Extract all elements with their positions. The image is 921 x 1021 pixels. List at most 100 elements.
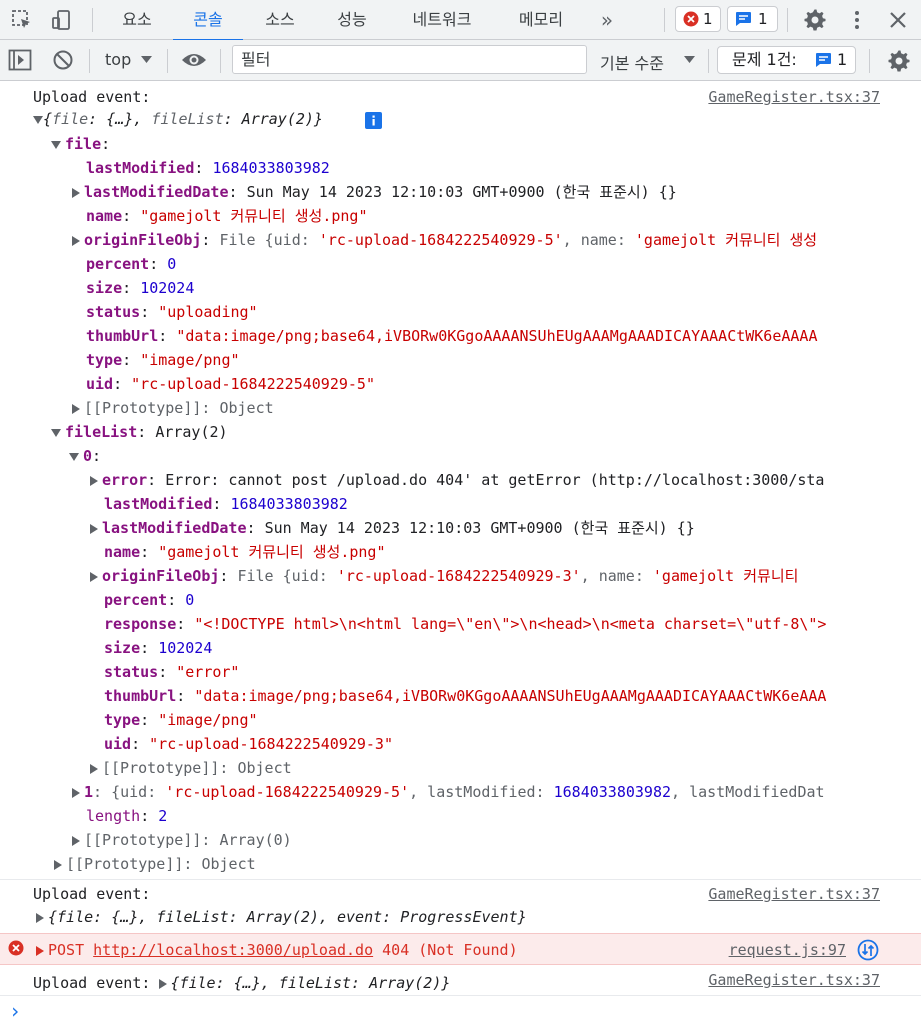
tab-label: 요소 bbox=[122, 10, 152, 29]
tree-node-filelist[interactable]: fileList: Array(2) bbox=[51, 420, 228, 444]
tab-console[interactable]: 콘솔 bbox=[173, 0, 243, 41]
chevron-down-icon bbox=[684, 56, 695, 63]
console-settings-gear-icon[interactable] bbox=[887, 49, 911, 73]
issues-count: 1 bbox=[837, 50, 848, 69]
property-key: thumbUrl bbox=[86, 327, 159, 345]
info-icon[interactable] bbox=[365, 112, 382, 129]
expand-triangle-icon bbox=[51, 140, 61, 149]
tab-label: 네트워크 bbox=[412, 10, 472, 29]
console-toolbar: top 기본 수준 문제 1건: 1 bbox=[0, 40, 921, 81]
sidebar-toggle-icon[interactable] bbox=[8, 49, 32, 71]
console-prompt-chevron-icon[interactable]: › bbox=[9, 999, 21, 1021]
property-key: originFileObj bbox=[102, 567, 220, 585]
object-summary[interactable]: {file: {…}, fileList: Array(2)} bbox=[33, 107, 323, 131]
network-request-icon[interactable] bbox=[857, 939, 879, 961]
devtools-tabbar: 요소 콘솔 소스 성능 네트워크 메모리 » 1 1 bbox=[0, 0, 921, 41]
close-icon[interactable] bbox=[886, 8, 910, 32]
network-error[interactable]: POST http://localhost:3000/upload.do 404… bbox=[36, 938, 518, 962]
property-key: uid bbox=[86, 375, 114, 393]
property-row[interactable]: originFileObj: File {uid: 'rc-upload-168… bbox=[90, 564, 890, 588]
property-row: lastModified: 1684033803982 bbox=[86, 159, 330, 177]
expand-triangle-icon[interactable] bbox=[159, 978, 168, 989]
property-key: lastModified bbox=[104, 495, 213, 513]
property-key: name bbox=[104, 543, 141, 561]
log-message-text: Upload event: bbox=[33, 88, 151, 106]
live-expression-eye-icon[interactable] bbox=[181, 52, 207, 68]
property-row[interactable]: lastModifiedDate: Sun May 14 2023 12:10:… bbox=[90, 516, 890, 540]
expand-triangle-icon bbox=[51, 428, 61, 437]
prototype-node[interactable]: [[Prototype]]: Object bbox=[72, 396, 274, 420]
source-link[interactable]: GameRegister.tsx:37 bbox=[708, 882, 880, 906]
expand-triangle-icon bbox=[36, 912, 44, 923]
error-icon bbox=[683, 11, 699, 27]
property-row: type: "image/png" bbox=[104, 711, 258, 729]
tab-label: 성능 bbox=[337, 10, 367, 29]
context-label: top bbox=[105, 50, 132, 69]
tab-label: 메모리 bbox=[518, 10, 564, 29]
property-row: type: "image/png" bbox=[86, 351, 240, 369]
property-value: "rc-upload-1684222540929-3" bbox=[149, 735, 393, 753]
divider bbox=[92, 8, 93, 32]
tree-node-file[interactable]: file: bbox=[51, 132, 110, 156]
property-row[interactable]: originFileObj: File {uid: 'rc-upload-168… bbox=[72, 228, 890, 252]
settings-gear-icon[interactable] bbox=[803, 8, 827, 32]
property-row: size: 102024 bbox=[86, 279, 195, 297]
tab-network[interactable]: 네트워크 bbox=[391, 0, 493, 40]
request-url-link[interactable]: http://localhost:3000/upload.do bbox=[93, 941, 373, 959]
property-row: percent: 0 bbox=[86, 255, 177, 273]
property-value: 0 bbox=[167, 255, 177, 273]
property-key: fileList bbox=[65, 423, 138, 441]
message-icon bbox=[736, 12, 751, 26]
divider bbox=[89, 49, 90, 73]
prototype-label: [[Prototype]]: Object bbox=[102, 759, 292, 777]
tree-node-item1[interactable]: 1: {uid: 'rc-upload-1684222540929-5', la… bbox=[72, 780, 890, 804]
object-summary[interactable]: {file: {…}, fileList: Array(2), event: P… bbox=[36, 905, 527, 929]
property-row[interactable]: lastModifiedDate: Sun May 14 2023 12:10:… bbox=[72, 180, 890, 204]
prototype-node[interactable]: [[Prototype]]: Array(0) bbox=[72, 828, 292, 852]
property-value: "gamejolt 커뮤니티 생성.png" bbox=[158, 543, 386, 561]
inspect-element-icon[interactable] bbox=[10, 8, 34, 32]
property-row[interactable]: error: Error: cannot post /upload.do 404… bbox=[90, 468, 890, 492]
tab-sources[interactable]: 소스 bbox=[247, 0, 313, 40]
property-value: 2 bbox=[158, 807, 168, 825]
context-selector[interactable]: top bbox=[100, 40, 160, 80]
prototype-node[interactable]: [[Prototype]]: Object bbox=[54, 852, 256, 876]
tree-node-item0[interactable]: 0: bbox=[69, 444, 101, 468]
divider bbox=[167, 49, 168, 73]
source-link[interactable]: GameRegister.tsx:37 bbox=[708, 85, 880, 109]
message-count-button[interactable]: 1 bbox=[727, 6, 778, 32]
property-value: "data:image/png;base64,iVBORw0KGgoAAAANS… bbox=[176, 327, 818, 345]
log-level-dropdown[interactable]: 기본 수준 bbox=[598, 40, 706, 80]
prototype-node[interactable]: [[Prototype]]: Object bbox=[90, 756, 292, 780]
tab-elements[interactable]: 요소 bbox=[105, 0, 169, 40]
property-value: "<!DOCTYPE html>\n<html lang=\"en\">\n<h… bbox=[194, 615, 827, 633]
more-options-icon[interactable] bbox=[845, 8, 869, 32]
expand-triangle-icon bbox=[72, 187, 80, 198]
clear-console-icon[interactable] bbox=[52, 49, 74, 71]
more-tabs-label: » bbox=[600, 8, 614, 32]
property-key: name bbox=[86, 207, 123, 225]
source-link[interactable]: request.js:97 bbox=[729, 938, 846, 962]
summary-value: {file: {…}, fileList: Array(2), event: P… bbox=[48, 908, 527, 926]
tab-performance[interactable]: 성능 bbox=[317, 0, 387, 40]
prototype-label: [[Prototype]]: Object bbox=[84, 399, 274, 417]
property-key: status bbox=[86, 303, 141, 321]
property-value: "image/png" bbox=[140, 351, 240, 369]
expand-triangle-icon bbox=[72, 235, 80, 246]
source-link[interactable]: GameRegister.tsx:37 bbox=[708, 968, 880, 992]
more-tabs-button[interactable]: » bbox=[589, 0, 625, 40]
property-key: size bbox=[104, 639, 141, 657]
expand-triangle-icon bbox=[72, 403, 80, 414]
property-key: file bbox=[65, 135, 102, 153]
property-row: name: "gamejolt 커뮤니티 생성.png" bbox=[104, 543, 386, 561]
property-value: File {uid: 'rc-upload-1684222540929-3', … bbox=[237, 567, 808, 585]
summary-key: file bbox=[52, 110, 89, 128]
device-toolbar-icon[interactable] bbox=[50, 8, 74, 32]
property-value: 102024 bbox=[140, 279, 195, 297]
error-count-button[interactable]: 1 bbox=[675, 6, 721, 32]
summary-value[interactable]: {file: {…}, fileList: Array(2)} bbox=[170, 974, 450, 992]
filter-input[interactable] bbox=[232, 45, 587, 74]
tab-memory[interactable]: 메모리 bbox=[497, 0, 585, 40]
issues-button[interactable]: 문제 1건: 1 bbox=[717, 46, 856, 74]
property-row: size: 102024 bbox=[104, 639, 213, 657]
